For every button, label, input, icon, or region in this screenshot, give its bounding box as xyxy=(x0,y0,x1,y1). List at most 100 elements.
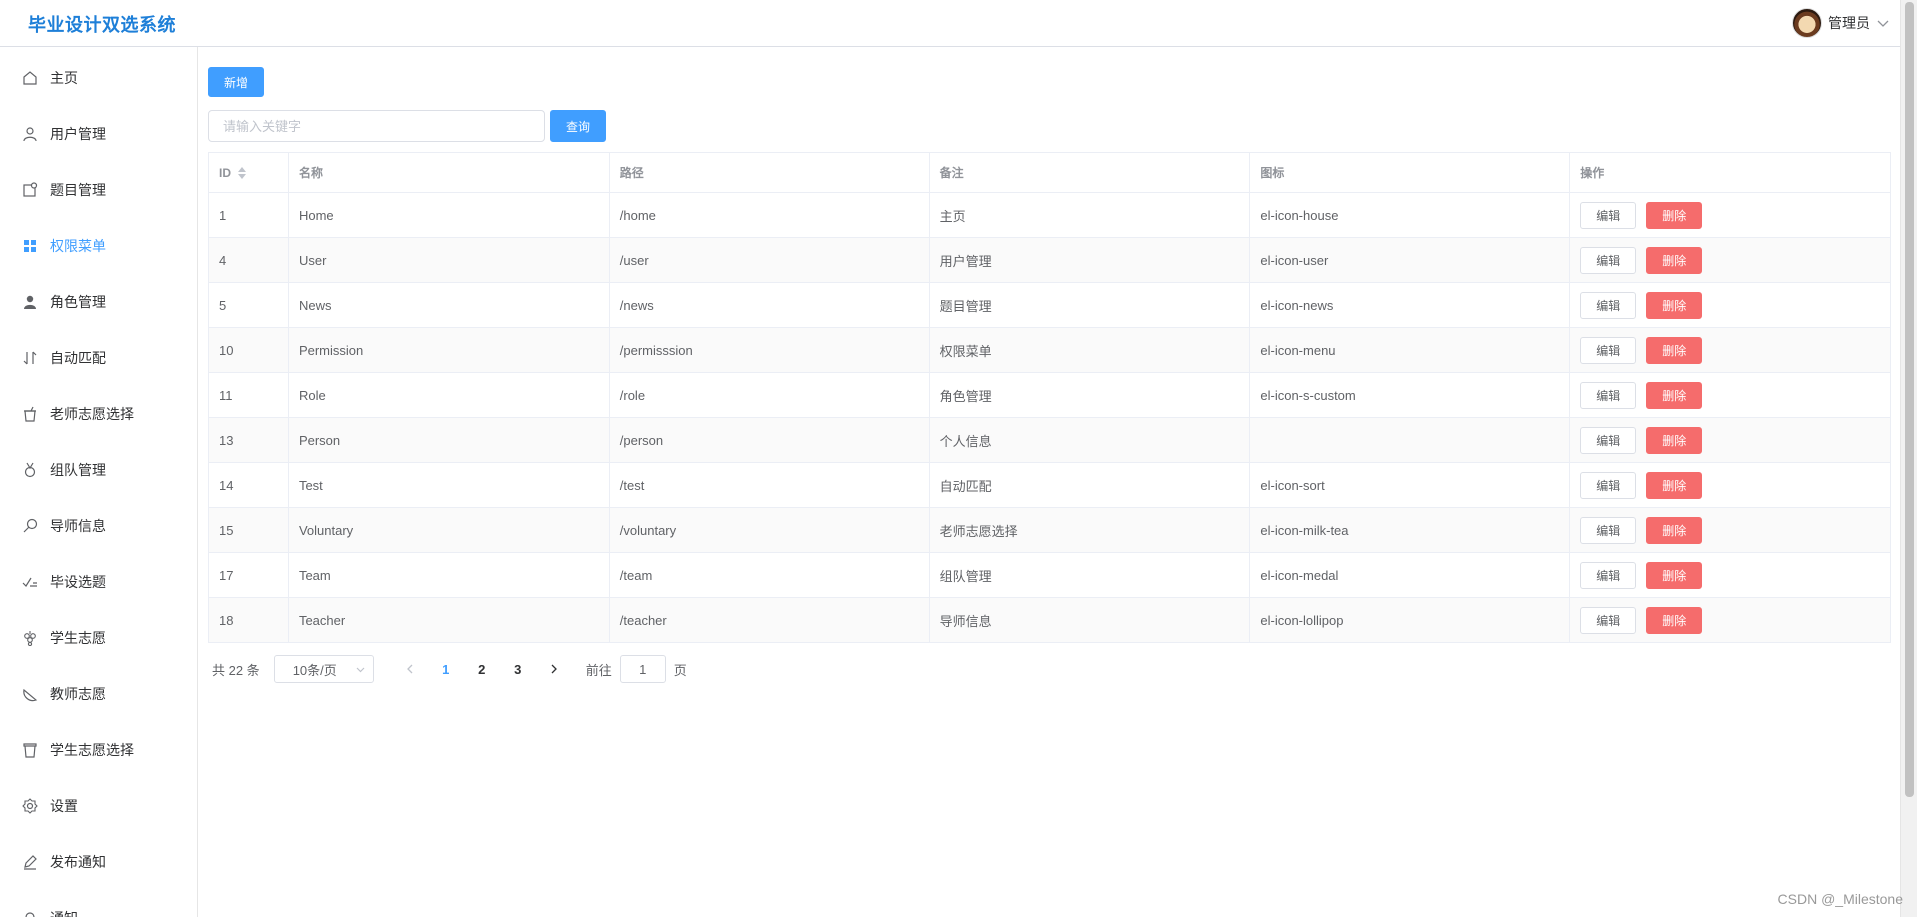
edit-button[interactable]: 编辑 xyxy=(1580,201,1637,229)
prev-page-button[interactable] xyxy=(392,655,428,683)
goto-page-input[interactable] xyxy=(619,655,666,683)
sort-icon xyxy=(22,350,38,366)
menu-table: ID 名称 路径 备注 图标 操作 1 Home/home 主页 el-icon-ho… xyxy=(208,152,1892,643)
sidebar-item-teacher-choice[interactable]: 老师志愿选择 xyxy=(0,386,197,442)
app-brand-title: 毕业设计双选系统 xyxy=(28,15,176,35)
medal-icon xyxy=(22,462,38,478)
table-row: 14 Test/test 自动匹配 el-icon-sort 编辑 删除 xyxy=(209,463,1892,508)
sidebar-item-student-choice[interactable]: 学生志愿选择 xyxy=(0,722,197,778)
delete-button[interactable]: 删除 xyxy=(1646,336,1703,364)
watermark: CSDN @_Milestone xyxy=(1777,891,1903,907)
delete-button[interactable]: 删除 xyxy=(1646,291,1703,319)
page-scrollbar[interactable] xyxy=(1900,0,1917,917)
page-size-select[interactable]: 10条/页 xyxy=(273,655,374,683)
cell-ops: 编辑 删除 xyxy=(1570,553,1892,597)
sidebar-item-label: 权限菜单 xyxy=(50,238,106,254)
cell-name: Teacher xyxy=(289,598,610,642)
page-button-3[interactable]: 3 xyxy=(500,655,536,683)
sidebar-item-roles[interactable]: 角色管理 xyxy=(0,274,197,330)
edit-button[interactable]: 编辑 xyxy=(1580,381,1637,409)
cell-id: 4 xyxy=(209,238,289,282)
sidebar-item-notice[interactable]: 通知 xyxy=(0,890,197,917)
cell-icon-name: el-icon-user xyxy=(1250,238,1571,282)
cell-remark: 权限菜单 xyxy=(930,328,1251,372)
user-name[interactable]: 管理员 xyxy=(1828,13,1870,33)
pagination-total: 共 22 条 xyxy=(212,662,260,678)
delete-button[interactable]: 删除 xyxy=(1646,606,1703,634)
edit-button[interactable]: 编辑 xyxy=(1580,516,1637,544)
cell-path: /team xyxy=(610,553,930,597)
cell-ops: 编辑 删除 xyxy=(1570,598,1892,642)
sidebar-item-label: 用户管理 xyxy=(50,126,106,142)
column-header-id[interactable]: ID xyxy=(209,153,289,192)
scrollbar-thumb[interactable] xyxy=(1905,2,1914,797)
delete-button[interactable]: 删除 xyxy=(1646,516,1703,544)
sidebar-item-auto-match[interactable]: 自动匹配 xyxy=(0,330,197,386)
page-button-2[interactable]: 2 xyxy=(464,655,500,683)
cell-name: Test xyxy=(289,463,610,507)
edit-button[interactable]: 编辑 xyxy=(1580,246,1637,274)
delete-button[interactable]: 删除 xyxy=(1646,426,1703,454)
delete-button[interactable]: 删除 xyxy=(1646,201,1703,229)
cell-ops: 编辑 删除 xyxy=(1570,418,1892,462)
chevron-down-icon[interactable] xyxy=(1876,16,1890,30)
table-row: 1 Home/home 主页 el-icon-house 编辑 删除 xyxy=(209,193,1892,238)
edit-button[interactable]: 编辑 xyxy=(1580,606,1637,634)
column-header-icon: 图标 xyxy=(1250,153,1571,192)
sidebar-item-users[interactable]: 用户管理 xyxy=(0,106,197,162)
avatar[interactable] xyxy=(1792,8,1822,38)
column-header-name: 名称 xyxy=(289,153,610,192)
delete-button[interactable]: 删除 xyxy=(1646,381,1703,409)
sidebar-item-home[interactable]: 主页 xyxy=(0,50,197,106)
cell-id: 15 xyxy=(209,508,289,552)
news-icon xyxy=(22,182,38,198)
sort-caret-icon[interactable] xyxy=(237,166,247,180)
table-row: 4 User/user 用户管理 el-icon-user 编辑 删除 xyxy=(209,238,1892,283)
sidebar-item-mentor-info[interactable]: 导师信息 xyxy=(0,498,197,554)
sidebar-item-settings[interactable]: 设置 xyxy=(0,778,197,834)
table-row: 10 Permission/permisssion 权限菜单 el-icon-menu… xyxy=(209,328,1892,373)
column-header-ops: 操作 xyxy=(1570,153,1892,192)
table-row: 15 Voluntary/voluntary 老师志愿选择 el-icon-milk-… xyxy=(209,508,1892,553)
cell-name: User xyxy=(289,238,610,282)
cell-remark: 角色管理 xyxy=(930,373,1251,417)
sidebar-item-team[interactable]: 组队管理 xyxy=(0,442,197,498)
cell-id: 13 xyxy=(209,418,289,462)
edit-button[interactable]: 编辑 xyxy=(1580,426,1637,454)
delete-button[interactable]: 删除 xyxy=(1646,561,1703,589)
table-row: 18 Teacher/teacher 导师信息 el-icon-lollipop 编辑删… xyxy=(209,598,1892,643)
next-page-button[interactable] xyxy=(536,655,572,683)
search-button[interactable]: 查询 xyxy=(550,110,606,142)
main-content: 新增 查询 ID 名称 路径 备注 图标 操作 1Home/home主页el-i… xyxy=(198,47,1900,917)
user-menu[interactable]: 管理员 xyxy=(1792,8,1890,38)
add-button[interactable]: 新增 xyxy=(208,67,264,97)
sidebar-item-thesis-topics[interactable]: 毕设选题 xyxy=(0,554,197,610)
cell-icon-name: el-icon-milk-tea xyxy=(1250,508,1571,552)
cell-remark: 组队管理 xyxy=(930,553,1251,597)
menu-icon xyxy=(22,238,38,254)
sidebar-item-teacher-wishes[interactable]: 教师志愿 xyxy=(0,666,197,722)
delete-button[interactable]: 删除 xyxy=(1646,471,1703,499)
sidebar-item-label: 毕设选题 xyxy=(50,574,106,590)
edit-button[interactable]: 编辑 xyxy=(1580,291,1637,319)
edit-button[interactable]: 编辑 xyxy=(1580,471,1637,499)
sidebar-item-label: 学生志愿选择 xyxy=(50,742,134,758)
cell-icon-name xyxy=(1250,418,1571,462)
cell-id: 5 xyxy=(209,283,289,327)
sidebar-item-permission-menu[interactable]: 权限菜单 xyxy=(0,218,197,274)
sidebar-item-topics[interactable]: 题目管理 xyxy=(0,162,197,218)
sidebar-item-publish-notice[interactable]: 发布通知 xyxy=(0,834,197,890)
cell-icon-name: el-icon-news xyxy=(1250,283,1571,327)
sidebar-item-student-wishes[interactable]: 学生志愿 xyxy=(0,610,197,666)
table-row: 5 News/news 题目管理 el-icon-news 编辑 删除 xyxy=(209,283,1892,328)
edit-button[interactable]: 编辑 xyxy=(1580,561,1637,589)
search-input[interactable] xyxy=(208,110,545,142)
coffee-cup-icon xyxy=(22,742,38,758)
cell-path: /permisssion xyxy=(610,328,930,372)
delete-button[interactable]: 删除 xyxy=(1646,246,1703,274)
edit-button[interactable]: 编辑 xyxy=(1580,336,1637,364)
sidebar-item-label: 通知 xyxy=(50,908,78,917)
page-button-1[interactable]: 1 xyxy=(428,655,464,683)
cell-remark: 自动匹配 xyxy=(930,463,1251,507)
cell-icon-name: el-icon-menu xyxy=(1250,328,1571,372)
